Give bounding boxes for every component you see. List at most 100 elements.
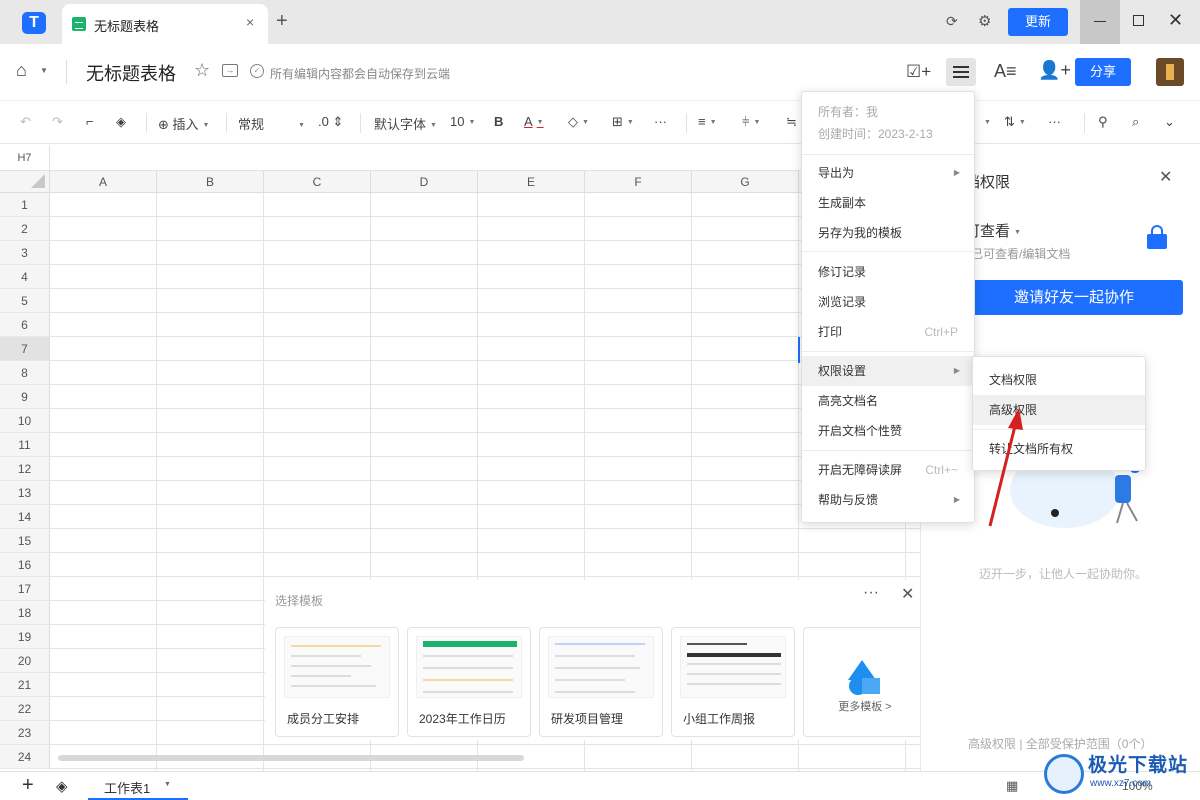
search-icon[interactable]: ⌕ [1132,114,1139,130]
undo-icon[interactable]: ↶ [20,114,31,130]
column-header[interactable]: G [692,171,799,193]
number-format-select[interactable]: 常规 ▼ [238,114,305,133]
more-templates-card[interactable]: 更多模板 > [803,627,927,737]
column-header[interactable]: C [264,171,371,193]
row-header[interactable]: 21 [0,673,50,697]
row-header[interactable]: 5 [0,289,50,313]
font-size-select[interactable]: 10 ▼ [450,114,475,129]
column-header[interactable]: E [478,171,585,193]
template-card[interactable]: 成员分工安排 [275,627,399,737]
submenu-item-advanced-permission[interactable]: 高级权限 [973,395,1145,425]
move-to-folder-icon[interactable]: → [222,64,238,77]
decimal-stepper[interactable]: .0 ⇕ [318,114,343,130]
wrap-icon[interactable]: ≒ [786,114,797,130]
close-window-button[interactable]: ✕ [1168,10,1183,31]
font-color-button[interactable]: A ▼ [524,114,544,129]
column-header[interactable]: B [157,171,264,193]
row-header[interactable]: 10 [0,409,50,433]
menu-item-view-history[interactable]: 浏览记录 [802,287,974,317]
select-all-corner[interactable] [0,171,50,193]
menu-item-screen-reader[interactable]: 开启无障碍读屏 Ctrl+~ [802,455,974,485]
cell-reference[interactable]: H7 [0,145,50,171]
row-header[interactable]: 6 [0,313,50,337]
add-sheet-button[interactable]: + [22,774,34,797]
menu-item-duplicate[interactable]: 生成副本 [802,188,974,218]
filter-caret[interactable]: ▼ [980,114,991,129]
align-icon[interactable]: ≡ ▼ [698,114,717,129]
home-icon[interactable]: ⌂ [16,60,27,81]
row-header[interactable]: 22 [0,697,50,721]
template-card[interactable]: 研发项目管理 [539,627,663,737]
more-tools-icon-2[interactable]: ··· [1048,114,1061,129]
menu-item-revision-history[interactable]: 修订记录 [802,257,974,287]
redo-icon[interactable]: ↷ [52,114,63,130]
home-dropdown-caret[interactable]: ▼ [40,66,48,75]
eraser-icon[interactable]: ◈ [116,114,126,130]
font-family-select[interactable]: 默认字体 ▼ [374,114,437,133]
column-header[interactable]: F [585,171,692,193]
row-header[interactable]: 7 [0,337,50,361]
row-header[interactable]: 17 [0,577,50,601]
invite-button[interactable]: 邀请好友一起协作 [965,280,1183,315]
app-logo-icon[interactable]: T [22,12,46,34]
row-header[interactable]: 1 [0,193,50,217]
row-header[interactable]: 11 [0,433,50,457]
task-icon[interactable]: ☑+ [906,62,931,82]
link-icon[interactable]: ⚲ [1098,114,1108,130]
border-icon[interactable]: ⊞ ▼ [612,114,634,130]
close-icon[interactable]: ✕ [901,584,914,604]
submenu-item-doc-permission[interactable]: 文档权限 [973,365,1145,395]
fill-color-icon[interactable]: ◇ ▼ [568,114,589,130]
chevron-down-icon[interactable]: ▼ [164,781,171,788]
row-header[interactable]: 12 [0,457,50,481]
column-header[interactable]: D [371,171,478,193]
menu-item-print[interactable]: 打印 Ctrl+P [802,317,974,347]
add-user-icon[interactable]: 👤+ [1038,60,1071,81]
menu-item-doc-likes[interactable]: 开启文档个性赞 [802,416,974,446]
row-header[interactable]: 19 [0,625,50,649]
chevron-down-icon[interactable]: ⌄ [1164,114,1175,130]
star-icon[interactable]: ☆ [194,60,210,81]
row-header[interactable]: 14 [0,505,50,529]
close-icon[interactable]: ✕ [1159,167,1172,187]
row-header[interactable]: 16 [0,553,50,577]
template-card[interactable]: 2023年工作日历 [407,627,531,737]
layers-icon[interactable]: ◈ [56,777,68,795]
settings-icon[interactable]: ⚙ [978,12,991,30]
grid-view-icon[interactable]: ▦ [1006,778,1018,794]
template-card[interactable]: 小组工作周报 [671,627,795,737]
avatar[interactable] [1156,58,1184,86]
menu-item-highlight-title[interactable]: 高亮文档名 [802,386,974,416]
row-header[interactable]: 8 [0,361,50,385]
more-menu-button[interactable] [946,58,976,86]
document-title[interactable]: 无标题表格 [86,60,176,86]
share-button[interactable]: 分享 [1075,58,1131,86]
document-tab[interactable]: 无标题表格 × [62,4,268,44]
sheet-tab[interactable]: 工作表1 ▼ [88,772,188,800]
row-header[interactable]: 3 [0,241,50,265]
vertical-align-icon[interactable]: ⫩ ▼ [742,114,760,130]
menu-item-permission-settings[interactable]: 权限设置 ▶ [802,356,974,386]
row-header[interactable]: 18 [0,601,50,625]
submenu-item-transfer-ownership[interactable]: 转让文档所有权 [973,434,1145,464]
more-icon[interactable]: ··· [863,584,879,602]
horizontal-scrollbar[interactable] [58,755,524,761]
menu-item-save-as-template[interactable]: 另存为我的模板 [802,218,974,248]
row-header[interactable]: 23 [0,721,50,745]
row-header[interactable]: 9 [0,385,50,409]
menu-item-help[interactable]: 帮助与反馈 ▶ [802,485,974,515]
more-tools-icon[interactable]: ··· [654,114,667,129]
minimize-button[interactable] [1080,0,1120,44]
row-header[interactable]: 24 [0,745,50,769]
column-header[interactable]: A [50,171,157,193]
format-painter-icon[interactable]: ⌐ [86,114,94,129]
refresh-icon[interactable]: ⟳ [946,13,958,30]
menu-item-export[interactable]: 导出为 ▶ [802,158,974,188]
font-settings-icon[interactable]: A≡ [994,61,1017,82]
update-button[interactable]: 更新 [1008,8,1068,36]
bold-button[interactable]: B [494,114,503,129]
row-header[interactable]: 13 [0,481,50,505]
maximize-button[interactable] [1133,15,1144,26]
close-tab-icon[interactable]: × [246,14,254,30]
row-header[interactable]: 20 [0,649,50,673]
